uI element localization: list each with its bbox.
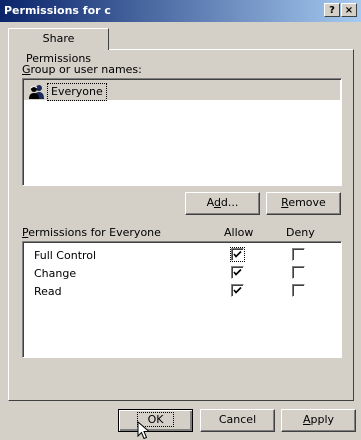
list-item-everyone[interactable]: Everyone	[28, 83, 343, 101]
allow-column-header: Allow	[224, 226, 254, 239]
mouse-cursor-icon	[137, 421, 151, 440]
window-title: Permissions for c	[4, 4, 111, 17]
tab-share-permissions[interactable]: Share Permissions	[8, 28, 109, 65]
deny-checkbox-full-control[interactable]	[292, 248, 305, 261]
remove-button[interactable]: Remove	[266, 192, 341, 215]
permission-name: Change	[34, 267, 77, 280]
group-users-icon	[28, 84, 46, 100]
close-button[interactable]: ×	[341, 3, 357, 17]
list-item-label: Everyone	[47, 83, 107, 101]
allow-checkbox-read[interactable]	[231, 284, 244, 297]
apply-button[interactable]: Apply	[281, 409, 356, 432]
allow-checkbox-full-control[interactable]	[231, 248, 244, 261]
deny-column-header: Deny	[286, 226, 315, 239]
permission-name: Read	[34, 285, 62, 298]
permissions-header: Permissions for Everyone	[22, 226, 161, 239]
allow-checkbox-change[interactable]	[231, 266, 244, 279]
permission-name: Full Control	[34, 249, 97, 262]
check-icon	[233, 286, 242, 294]
ok-button[interactable]: OK	[118, 409, 193, 432]
check-icon	[233, 268, 242, 276]
deny-checkbox-read[interactable]	[292, 284, 305, 297]
deny-checkbox-change[interactable]	[292, 266, 305, 279]
add-button[interactable]: Add...	[185, 192, 260, 215]
tab-label: Share Permissions	[25, 32, 92, 65]
check-icon	[233, 250, 242, 258]
group-list[interactable]: Everyone	[22, 78, 342, 186]
cancel-button[interactable]: Cancel	[200, 409, 275, 432]
title-bar[interactable]: Permissions for c ? ×	[0, 0, 361, 22]
help-button[interactable]: ?	[324, 3, 340, 17]
